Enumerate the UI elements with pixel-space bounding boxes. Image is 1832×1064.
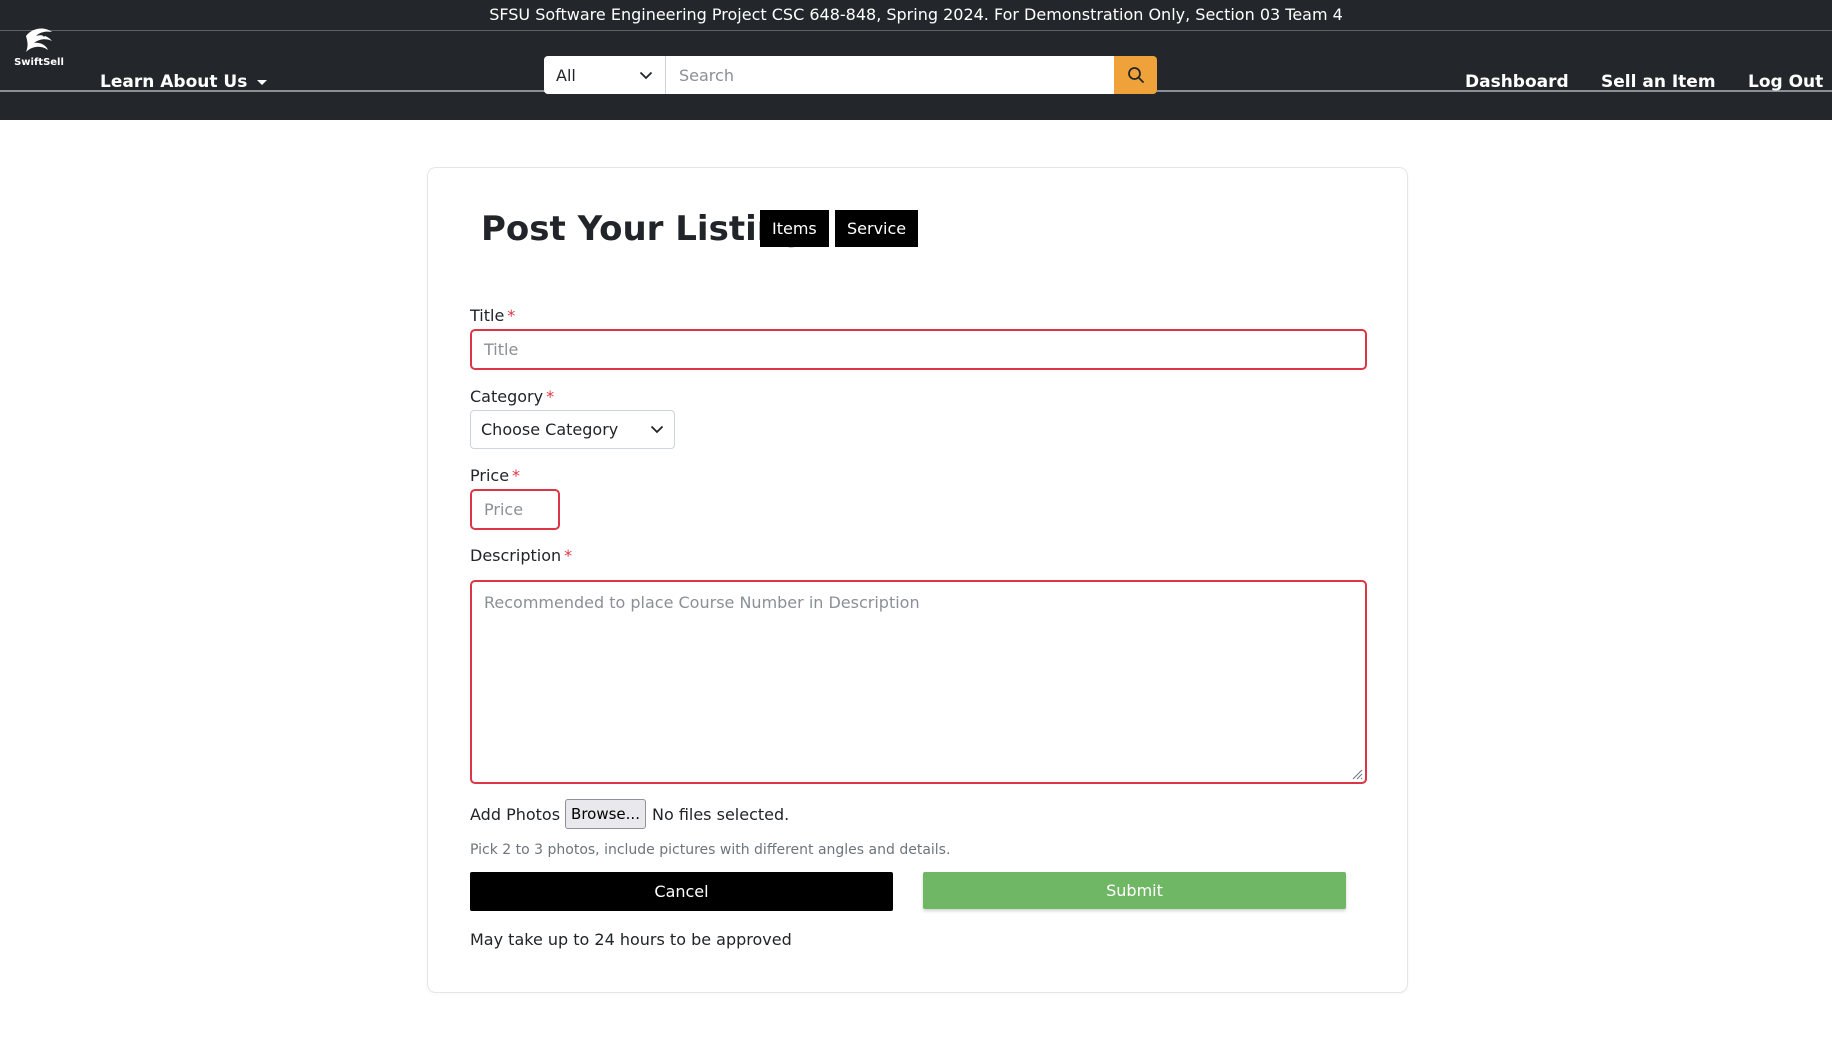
- title-label-text: Title: [470, 306, 505, 325]
- description-label-text: Description: [470, 546, 562, 565]
- photos-hint: Pick 2 to 3 photos, include pictures wit…: [470, 842, 951, 858]
- category-select-value: Choose Category: [481, 420, 619, 439]
- description-placeholder: Recommended to place Course Number in De…: [484, 593, 920, 612]
- category-label-text: Category: [470, 387, 544, 406]
- search-category-select[interactable]: All: [544, 56, 666, 94]
- required-mark: *: [512, 466, 521, 485]
- search-button[interactable]: [1114, 56, 1157, 94]
- search-placeholder: Search: [679, 65, 734, 85]
- banner-text: SFSU Software Engineering Project CSC 64…: [489, 5, 1343, 24]
- swift-bird-icon: [26, 28, 52, 52]
- add-photos-row: Add Photos Browse... No files selected.: [470, 799, 789, 829]
- caret-down-icon: [257, 79, 268, 85]
- tab-items[interactable]: Items: [760, 210, 829, 247]
- category-label: Category *: [470, 387, 554, 406]
- brand-name: SwiftSell: [14, 57, 64, 68]
- price-label: Price *: [470, 466, 520, 485]
- learn-about-us-dropdown[interactable]: Learn About Us: [100, 72, 268, 92]
- brand-logo[interactable]: SwiftSell: [12, 26, 66, 74]
- nav-link-sell-an-item[interactable]: Sell an Item: [1601, 72, 1716, 92]
- category-select[interactable]: Choose Category: [470, 410, 675, 449]
- search-icon: [1127, 67, 1144, 83]
- price-input[interactable]: Price: [470, 489, 560, 530]
- add-photos-label: Add Photos: [470, 804, 561, 824]
- search-category-value: All: [556, 65, 576, 85]
- page-title: Post Your Listing: [481, 209, 806, 249]
- cancel-button[interactable]: Cancel: [470, 872, 893, 911]
- required-mark: *: [507, 306, 516, 325]
- price-placeholder: Price: [484, 500, 524, 519]
- title-label: Title *: [470, 306, 515, 325]
- description-textarea[interactable]: Recommended to place Course Number in De…: [470, 580, 1367, 784]
- file-status: No files selected.: [651, 804, 790, 824]
- nav-link-log-out[interactable]: Log Out: [1748, 72, 1823, 92]
- submit-button[interactable]: Submit: [923, 872, 1346, 909]
- search-bar: All Search: [544, 56, 1157, 94]
- search-input[interactable]: Search: [666, 56, 1114, 94]
- nav-link-dashboard[interactable]: Dashboard: [1465, 72, 1569, 92]
- title-placeholder: Title: [484, 340, 519, 359]
- approval-note: May take up to 24 hours to be approved: [470, 930, 792, 949]
- required-mark: *: [546, 387, 555, 406]
- required-mark: *: [564, 546, 573, 565]
- title-input[interactable]: Title: [470, 329, 1367, 370]
- chevron-down-icon: [650, 425, 664, 434]
- price-label-text: Price: [470, 466, 510, 485]
- description-label: Description *: [470, 546, 572, 565]
- learn-about-us-label: Learn About Us: [100, 72, 248, 92]
- demo-banner: SFSU Software Engineering Project CSC 64…: [0, 0, 1832, 31]
- tab-service[interactable]: Service: [835, 210, 919, 247]
- browse-button[interactable]: Browse...: [565, 799, 646, 829]
- resize-grip-icon[interactable]: [1351, 768, 1363, 780]
- chevron-down-icon: [639, 71, 653, 79]
- post-listing-card: Post Your Listing Items Service Title * T…: [427, 167, 1408, 993]
